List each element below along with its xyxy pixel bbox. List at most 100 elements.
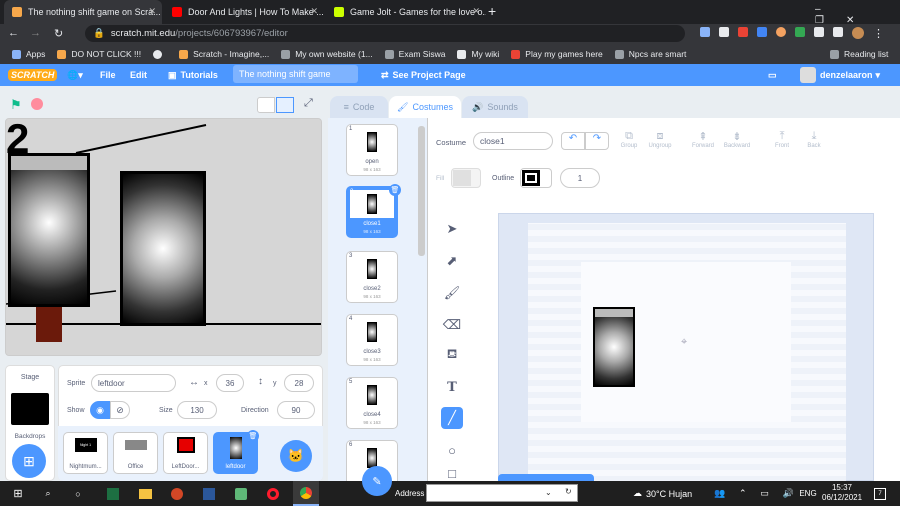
browser-tab[interactable]: The nothing shift game on Scra... ✕	[4, 0, 162, 24]
close-icon[interactable]: ✕	[472, 6, 480, 17]
url-input[interactable]: 🔒 scratch.mit.edu/projects/606793967/edi…	[85, 25, 685, 42]
file-explorer-icon[interactable]	[135, 481, 155, 506]
fullscreen-icon[interactable]: ⤢	[304, 97, 313, 110]
back-button[interactable]: ⤓ Back	[803, 130, 825, 149]
dropdown-icon[interactable]: ⌄	[545, 488, 552, 497]
profile-avatar[interactable]	[852, 27, 864, 39]
fill-tool-icon[interactable]: ⛾	[441, 344, 463, 366]
backward-button[interactable]: ⇟ Backward	[721, 130, 753, 149]
front-button[interactable]: ⤒ Front	[771, 130, 793, 149]
text-tool-icon[interactable]: T	[441, 376, 463, 398]
my-stuff-folder-icon[interactable]: ▭	[768, 64, 777, 86]
star-icon[interactable]	[719, 27, 729, 37]
bookmark-item[interactable]: Npcs are smart	[614, 49, 686, 59]
sprite-name-input[interactable]: leftdoor	[91, 374, 176, 392]
costume-name-input[interactable]: close1	[473, 132, 553, 150]
new-tab-button[interactable]: +	[488, 3, 496, 19]
bookmark-item[interactable]: Exam Siswa	[384, 49, 445, 59]
see-project-button[interactable]: ⇄ See Project Page	[381, 64, 466, 86]
stop-icon[interactable]	[31, 98, 43, 110]
large-stage-button[interactable]	[276, 97, 294, 113]
extension-icon[interactable]	[757, 27, 767, 37]
excel-icon[interactable]	[103, 481, 123, 506]
bookmark-item[interactable]	[153, 49, 167, 59]
file-menu[interactable]: File	[100, 64, 116, 86]
address-toolbar-input[interactable]: ⌄ ↻	[426, 484, 578, 502]
windows-start-icon[interactable]: ⊞	[8, 481, 28, 506]
bookmark-item[interactable]: Apps	[12, 49, 45, 59]
left-door-sprite[interactable]	[8, 153, 90, 307]
tutorials-button[interactable]: ▣ Tutorials	[168, 64, 223, 86]
language-indicator[interactable]: ENG	[798, 481, 818, 506]
costume-list-scrollbar[interactable]	[418, 126, 425, 256]
share-icon[interactable]	[700, 27, 710, 37]
sprite-thumbnail[interactable]: Office	[113, 432, 158, 474]
delete-sprite-icon[interactable]: 🗑	[247, 430, 259, 442]
add-backdrop-button[interactable]: ⊞	[12, 444, 46, 478]
size-input[interactable]: 130	[177, 401, 217, 419]
convert-bitmap-button[interactable]	[498, 474, 594, 481]
bookmark-item[interactable]: My wiki	[457, 49, 499, 59]
small-stage-button[interactable]	[257, 97, 275, 113]
backdrop-thumbnail[interactable]	[11, 393, 49, 425]
menu-icon[interactable]: ⋮	[873, 27, 884, 41]
door-button-panel[interactable]	[36, 307, 62, 342]
close-icon[interactable]: ✕	[310, 6, 318, 17]
tab-sounds[interactable]: 🔊 Sounds	[462, 96, 528, 118]
sprite-thumbnail[interactable]: Night 1 Nightmum...	[63, 432, 108, 474]
extension-icon[interactable]	[795, 27, 805, 37]
x-input[interactable]: 36	[216, 374, 244, 392]
opera-icon[interactable]	[263, 481, 283, 506]
costume-item[interactable]: 1 open 98 x 163	[346, 124, 398, 176]
costume-item[interactable]: 5 close4 98 x 163	[346, 377, 398, 429]
show-visible-button[interactable]: ◉	[90, 401, 110, 419]
direction-input[interactable]: 90	[277, 401, 315, 419]
group-button[interactable]: ⧉ Group	[618, 130, 640, 149]
stage-selector[interactable]: Stage Backdrops ⊞	[5, 365, 55, 481]
media-icon[interactable]	[833, 27, 843, 37]
outline-width-input[interactable]: 1	[560, 168, 600, 188]
forward-icon[interactable]: →	[30, 27, 41, 39]
costume-item[interactable]: 3 close2 98 x 163	[346, 251, 398, 303]
bookmark-item[interactable]: Scratch - Imagine,...	[179, 49, 269, 59]
app-icon[interactable]	[231, 481, 251, 506]
tab-costumes[interactable]: 🖌 Costumes	[389, 96, 461, 118]
outline-color-picker[interactable]	[520, 168, 552, 188]
undo-button[interactable]: ↶	[561, 132, 585, 150]
costume-item[interactable]: 4 close3 98 x 163	[346, 314, 398, 366]
brush-tool-icon[interactable]: 🖌	[441, 282, 463, 304]
add-costume-button[interactable]: ✎	[362, 466, 392, 496]
stage-canvas[interactable]: 2	[5, 118, 322, 356]
puzzle-icon[interactable]	[814, 27, 824, 37]
task-view-icon[interactable]: ○	[68, 481, 88, 506]
bookmark-item[interactable]: My own website (1...	[281, 49, 373, 59]
reload-icon[interactable]: ↻	[54, 27, 63, 40]
notification-button[interactable]: 7	[870, 481, 890, 506]
window-controls[interactable]: –❐✕	[815, 4, 900, 26]
right-door-sprite[interactable]	[120, 171, 206, 326]
volume-icon[interactable]: 🔊	[783, 488, 794, 499]
forward-button[interactable]: ⇞ Forward	[689, 130, 717, 149]
extension-icon[interactable]	[738, 27, 748, 37]
go-icon[interactable]: ↻	[565, 487, 572, 496]
line-tool-icon[interactable]: ╱	[441, 407, 463, 429]
close-icon[interactable]: ✕	[148, 6, 156, 17]
scratch-logo[interactable]: SCRATCH	[8, 64, 58, 86]
y-input[interactable]: 28	[284, 374, 314, 392]
add-sprite-button[interactable]: 🐱	[280, 440, 312, 472]
user-menu[interactable]: denzelaaron ▾	[800, 64, 880, 86]
sprite-thumbnail[interactable]: LeftDoor...	[163, 432, 208, 474]
delete-costume-icon[interactable]: 🗑	[389, 184, 401, 196]
browser-tab[interactable]: Door And Lights | How To Make ... ✕	[164, 0, 324, 24]
circle-tool-icon[interactable]: ○	[441, 439, 463, 461]
weather-widget[interactable]: ☁ 30°C Hujan	[633, 481, 711, 506]
clock[interactable]: 15:37 06/12/2021	[822, 483, 862, 503]
fill-color-picker[interactable]	[451, 168, 481, 188]
search-icon[interactable]: ⌕	[38, 481, 58, 506]
show-hidden-button[interactable]: ⊘	[110, 401, 130, 419]
chrome-icon[interactable]	[293, 481, 319, 506]
green-flag-icon[interactable]: ⚑	[10, 97, 22, 113]
edit-menu[interactable]: Edit	[130, 64, 147, 86]
tab-code[interactable]: ≡ Code	[330, 96, 388, 118]
bookmark-item[interactable]: Play my games here	[511, 49, 603, 59]
